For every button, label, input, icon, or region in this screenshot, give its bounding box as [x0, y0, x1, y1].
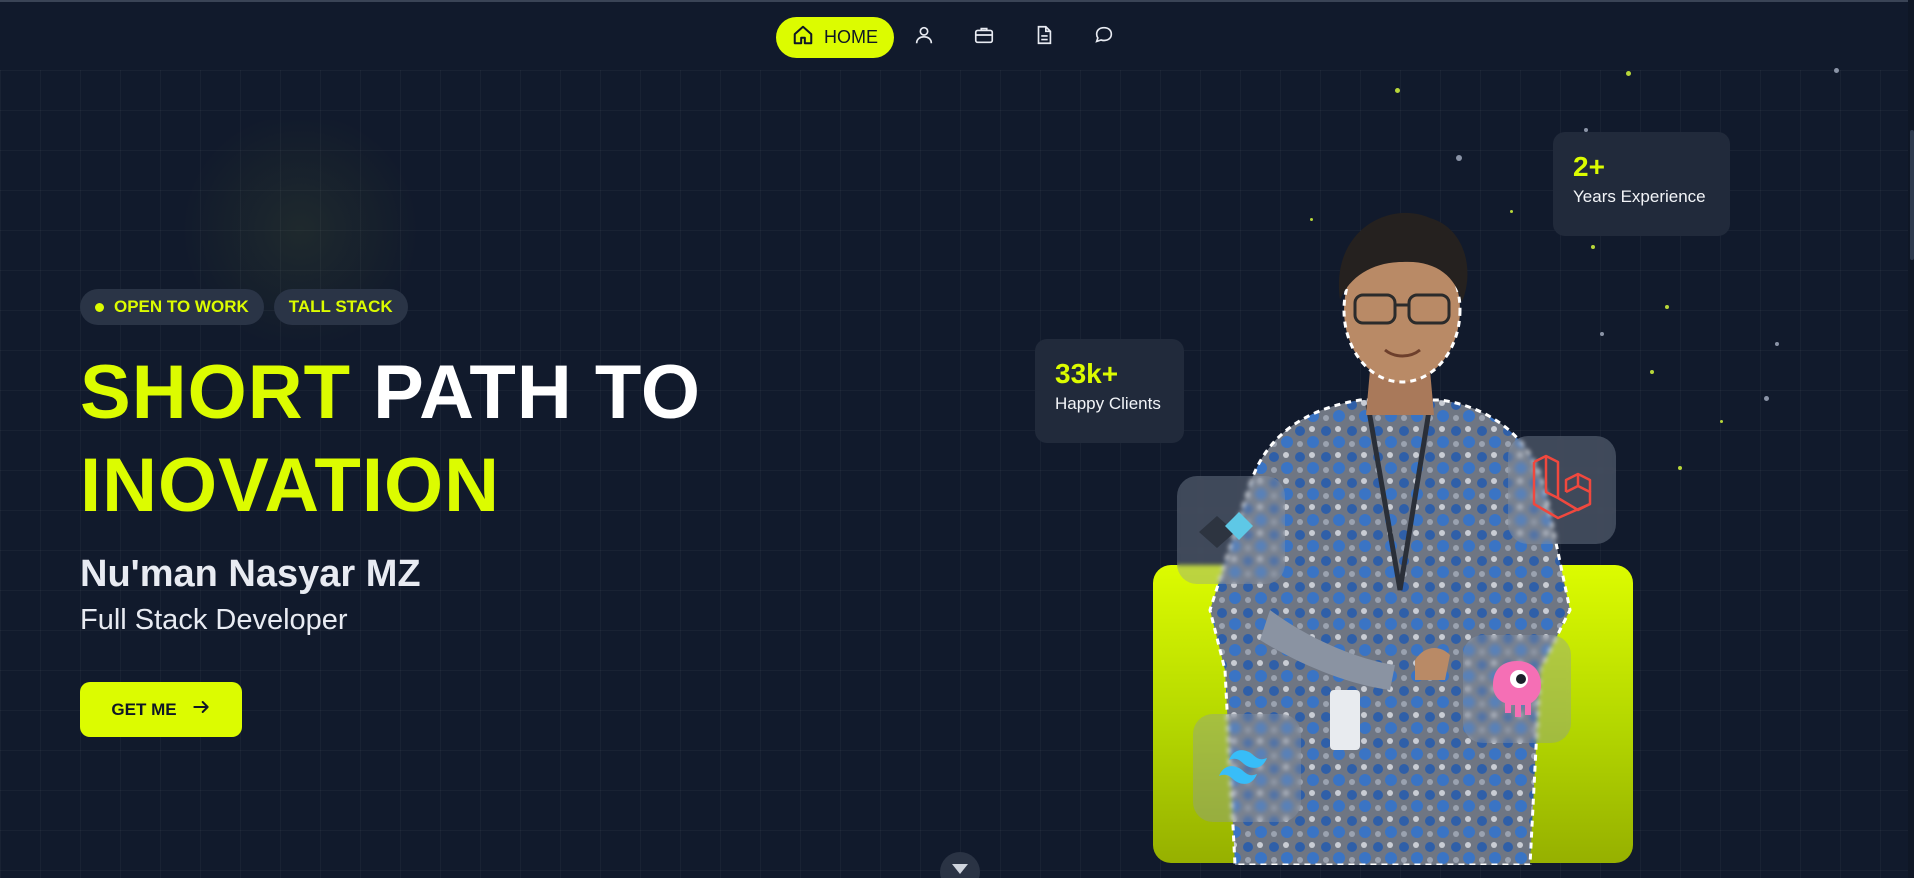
hero-headline: SHORT PATH TO INOVATION	[80, 346, 701, 532]
open-to-work-badge: OPEN TO WORK	[80, 289, 264, 325]
laravel-tile	[1508, 436, 1616, 544]
nav-about-button[interactable]	[894, 17, 954, 58]
stat-value: 33k+	[1055, 358, 1119, 389]
developer-role: Full Stack Developer	[80, 604, 348, 636]
headline-word-short: SHORT	[80, 350, 351, 435]
headline-word-inovation: INOVATION	[80, 443, 500, 528]
nav-home-button[interactable]: HOME	[776, 17, 894, 58]
tailwind-icon	[1211, 742, 1283, 795]
top-border	[0, 0, 1914, 2]
user-icon	[913, 24, 935, 51]
stat-label: Happy Clients	[1055, 394, 1161, 413]
briefcase-icon	[973, 24, 995, 51]
status-badges: OPEN TO WORK TALL STACK	[80, 289, 408, 325]
nav-contact-button[interactable]	[1074, 17, 1134, 58]
main-nav: HOME	[776, 17, 1134, 58]
headline-word-path-to: PATH TO	[373, 350, 702, 435]
badge-label: TALL STACK	[288, 297, 393, 316]
figma-icon	[1195, 504, 1267, 557]
nav-home-label: HOME	[824, 27, 878, 47]
figma-tile	[1177, 476, 1285, 584]
livewire-tile	[1463, 635, 1571, 743]
laravel-icon	[1526, 452, 1598, 529]
scrollbar-thumb[interactable]	[1910, 130, 1914, 260]
page-scrollbar[interactable]	[1908, 0, 1914, 878]
chevron-down-icon	[950, 862, 970, 878]
nav-resume-button[interactable]	[1014, 17, 1074, 58]
stat-value: 2+	[1573, 151, 1605, 182]
badge-label: OPEN TO WORK	[114, 297, 249, 316]
arrow-right-icon	[191, 697, 211, 722]
home-icon	[792, 24, 814, 51]
stat-card-clients: 33k+ Happy Clients	[1035, 339, 1184, 443]
nav-portfolio-button[interactable]	[954, 17, 1014, 58]
get-me-label: GET ME	[111, 699, 177, 719]
document-icon	[1033, 24, 1055, 51]
developer-name: Nu'man Nasyar MZ	[80, 553, 421, 595]
get-me-button[interactable]: GET ME	[80, 682, 242, 737]
tall-stack-badge: TALL STACK	[273, 289, 408, 325]
chat-icon	[1093, 24, 1115, 51]
livewire-icon	[1485, 655, 1549, 724]
status-dot-icon	[95, 302, 104, 312]
tailwind-tile	[1193, 714, 1301, 822]
